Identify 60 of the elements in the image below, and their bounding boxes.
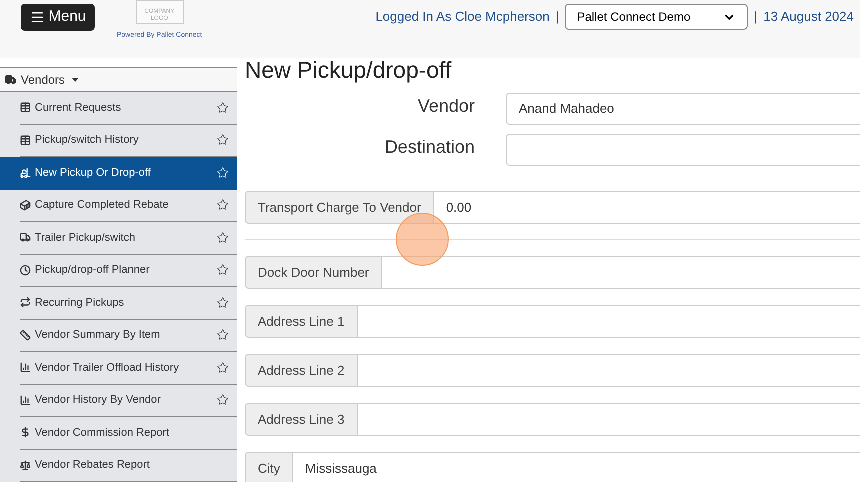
sidebar-item[interactable]: Vendor Rebates Report xyxy=(20,450,237,482)
sidebar-item[interactable]: Vendor History By Vendor xyxy=(20,384,237,417)
star-icon[interactable] xyxy=(217,232,229,244)
input-field[interactable] xyxy=(358,354,860,387)
input-label: Address Line 1 xyxy=(245,305,358,338)
input-field[interactable]: Mississauga xyxy=(293,452,860,482)
input-label: Dock Door Number xyxy=(245,256,382,289)
separator: | xyxy=(754,8,758,26)
logged-in-text: Logged In As Cloe Mcpherson xyxy=(376,8,550,26)
star-icon[interactable] xyxy=(217,134,229,146)
menu-icon xyxy=(30,10,45,25)
ruler-icon xyxy=(20,330,31,341)
trailer-icon xyxy=(20,232,31,244)
input-label: City xyxy=(245,452,294,482)
input-field[interactable] xyxy=(506,134,860,166)
sidebar-item[interactable]: Vendor Summary By Item xyxy=(20,320,237,352)
input-field[interactable] xyxy=(382,256,860,289)
star-icon[interactable] xyxy=(217,102,229,114)
star-icon[interactable] xyxy=(217,362,229,374)
chart-icon xyxy=(20,394,31,406)
star-icon[interactable] xyxy=(217,329,229,342)
star-icon[interactable] xyxy=(217,264,229,276)
separator: | xyxy=(556,8,560,26)
click-indicator xyxy=(396,213,449,266)
forklift-icon xyxy=(20,168,31,179)
input-field[interactable]: Anand Mahadeo xyxy=(506,93,860,125)
star-icon[interactable] xyxy=(217,199,229,212)
sidebar-item[interactable]: Current Requests xyxy=(20,92,237,124)
sidebar-item[interactable]: Pickup/drop-off Planner xyxy=(20,254,237,287)
page-title: New Pickup/drop-off xyxy=(245,58,453,83)
caret-down-icon xyxy=(72,78,80,82)
star-icon[interactable] xyxy=(217,394,229,406)
sidebar-item[interactable]: Recurring Pickups xyxy=(20,287,237,320)
clock-icon xyxy=(20,264,31,276)
input-label: Address Line 2 xyxy=(245,354,358,387)
input-label: Transport Charge To Vendor xyxy=(245,191,434,224)
dollar-icon xyxy=(20,427,31,438)
sidebar-section-header[interactable]: Vendors xyxy=(0,68,237,92)
field-label: Vendor xyxy=(416,95,475,118)
star-icon[interactable] xyxy=(217,296,229,309)
truck-icon xyxy=(5,74,17,86)
repeat-icon xyxy=(20,297,31,308)
input-label: Address Line 3 xyxy=(245,403,358,436)
input-field[interactable] xyxy=(358,403,860,436)
sidebar-item[interactable]: Trailer Pickup/switch xyxy=(20,222,237,254)
sidebar-item[interactable]: Capture Completed Rebate xyxy=(20,190,237,222)
table-icon xyxy=(20,102,31,114)
section-title: Vendors xyxy=(21,72,66,88)
menu-button[interactable]: Menu xyxy=(21,4,95,31)
input-field[interactable]: 0.00 xyxy=(434,191,860,224)
sidebar-item[interactable]: Vendor Commission Report xyxy=(20,417,237,450)
chart-icon xyxy=(20,362,31,374)
field-label: Destination xyxy=(384,136,475,159)
sidebar-item[interactable]: New Pickup Or Drop-off xyxy=(0,157,237,190)
scale-icon xyxy=(20,460,31,471)
company-select[interactable]: Pallet Connect Demo xyxy=(565,4,748,30)
input-field[interactable] xyxy=(358,305,860,338)
date-text: 13 August 2024 xyxy=(764,8,854,26)
sidebar-item[interactable]: Vendor Trailer Offload History xyxy=(20,352,237,384)
table-icon xyxy=(20,134,31,146)
